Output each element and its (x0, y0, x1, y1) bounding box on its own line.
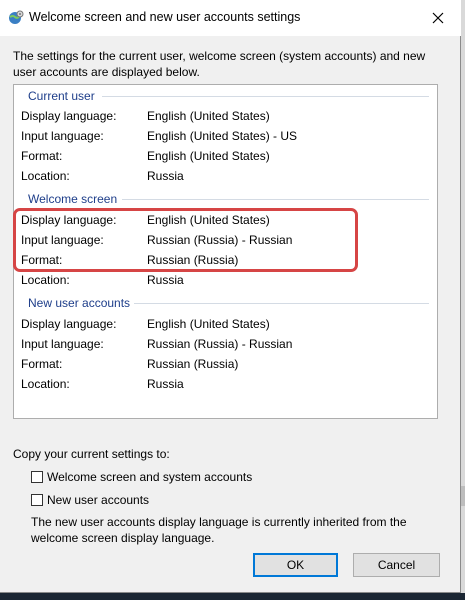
label-format: Format: (21, 357, 63, 371)
ok-button[interactable]: OK (253, 553, 338, 577)
group-divider (102, 96, 429, 97)
group-divider (122, 199, 429, 200)
welcome-screen-checkbox-row[interactable]: Welcome screen and system accounts (31, 469, 252, 485)
welcome-screen-checkbox-label: Welcome screen and system accounts (47, 470, 253, 484)
value-input-language: English (United States) - US (147, 129, 298, 143)
value-input-language: Russian (Russia) - Russian (147, 337, 293, 351)
label-input-language: Input language: (21, 129, 104, 143)
label-input-language: Input language: (21, 337, 104, 351)
value-format: Russian (Russia) (147, 357, 239, 371)
value-display-language: English (United States) (147, 317, 270, 331)
close-icon (432, 12, 444, 24)
highlight-annotation (13, 208, 358, 272)
window-title: Welcome screen and new user accounts set… (29, 10, 301, 24)
value-location: Russia (147, 273, 184, 287)
inheritance-note: The new user accounts display language i… (31, 515, 407, 545)
copy-settings-label: Copy your current settings to: (13, 447, 170, 461)
intro-text: The settings for the current user, welco… (13, 49, 426, 79)
label-location: Location: (21, 377, 70, 391)
settings-dialog: Welcome screen and new user accounts set… (0, 0, 461, 593)
label-display-language: Display language: (21, 109, 117, 123)
label-location: Location: (21, 273, 70, 287)
value-location: Russia (147, 377, 184, 391)
label-display-language: Display language: (21, 317, 117, 331)
label-format: Format: (21, 149, 63, 163)
background-scrollbar (461, 486, 465, 506)
new-user-accounts-checkbox[interactable] (31, 494, 43, 506)
group-title-current-user: Current user (28, 89, 95, 103)
label-location: Location: (21, 169, 70, 183)
value-location: Russia (147, 169, 184, 183)
value-format: English (United States) (147, 149, 270, 163)
value-display-language: English (United States) (147, 109, 270, 123)
group-title-new-user-accounts: New user accounts (28, 296, 131, 310)
group-divider (134, 303, 429, 304)
globe-settings-icon (8, 10, 24, 26)
group-title-welcome-screen: Welcome screen (28, 192, 118, 206)
close-button[interactable] (420, 4, 456, 32)
title-bar: Welcome screen and new user accounts set… (0, 0, 461, 36)
cancel-button[interactable]: Cancel (353, 553, 440, 577)
new-user-accounts-checkbox-row[interactable]: New user accounts (31, 492, 149, 508)
welcome-screen-checkbox[interactable] (31, 471, 43, 483)
new-user-accounts-checkbox-label: New user accounts (47, 493, 150, 507)
